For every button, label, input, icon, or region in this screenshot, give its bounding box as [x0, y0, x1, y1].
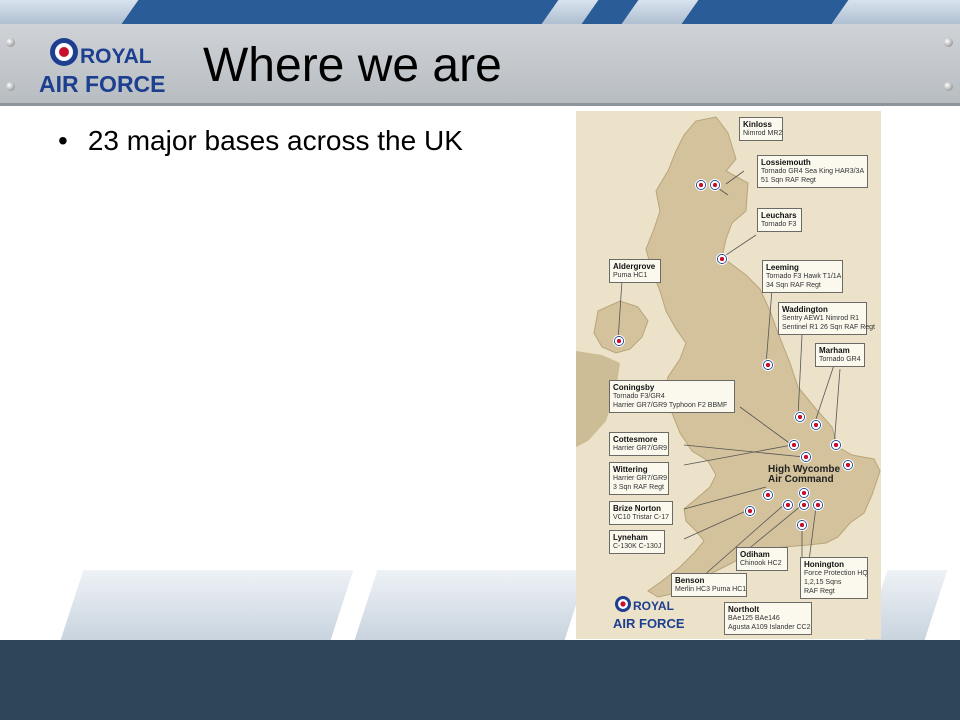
map-logo-line2: AIR FORCE	[613, 616, 685, 631]
callout-detail: Tornado F3	[761, 221, 797, 228]
map-raf-logo: ROYAL AIR FORCE	[613, 596, 685, 631]
footer-slant-panel	[60, 570, 354, 640]
callout-title: Honington	[804, 560, 844, 569]
footer-band	[0, 640, 960, 720]
callout-title: Coningsby	[613, 383, 655, 392]
rivet-icon	[6, 38, 15, 47]
callout-marham: Marham Tornado GR4	[815, 343, 865, 367]
bullet-item: • 23 major bases across the UK	[58, 125, 463, 157]
callout-detail: BAe125 BAe146	[728, 615, 780, 622]
bullet-text: 23 major bases across the UK	[87, 125, 463, 156]
callout-kinloss: Kinloss Nimrod MR2	[739, 117, 783, 141]
callout-detail: Tornado GR4 Sea King HAR3/3A	[761, 168, 865, 175]
callout-detail: 51 Sqn RAF Regt	[761, 177, 816, 184]
base-roundel-icon	[788, 439, 800, 451]
callout-title: Wittering	[613, 465, 648, 474]
callout-wittering: Wittering Harrier GR7/GR9 3 Sqn RAF Regt	[609, 462, 669, 495]
callout-detail: 1,2,15 Sqns	[804, 579, 842, 586]
callout-lossiemouth: Lossiemouth Tornado GR4 Sea King HAR3/3A…	[757, 155, 868, 188]
base-roundel-icon	[695, 179, 707, 191]
callout-leuchars: Leuchars Tornado F3	[757, 208, 802, 232]
top-blue-stripe	[121, 0, 559, 24]
base-roundel-icon	[810, 419, 822, 431]
rivet-icon	[6, 82, 15, 91]
base-roundel-icon	[830, 439, 842, 451]
callout-detail: Tornado GR4	[819, 356, 861, 363]
air-command-label: High Wycombe Air Command	[768, 465, 840, 485]
callout-aldergrove: Aldergrove Puma HC1	[609, 259, 661, 283]
callout-title: Benson	[675, 576, 705, 585]
callout-leeming: Leeming Tornado F3 Hawk T1/1A 34 Sqn RAF…	[762, 260, 843, 293]
callout-detail: Harrier GR7/GR9	[613, 475, 668, 482]
map-logo-line1: ROYAL	[633, 599, 674, 613]
callout-coningsby: Coningsby Tornado F3/GR4 Harrier GR7/GR9…	[609, 380, 735, 413]
base-roundel-icon	[744, 505, 756, 517]
callout-waddington: Waddington Sentry AEW1 Nimrod R1 Sentine…	[778, 302, 875, 335]
base-roundel-icon	[812, 499, 824, 511]
raf-logo-line1: ROYAL	[80, 45, 152, 68]
callout-detail: 34 Sqn RAF Regt	[766, 282, 821, 289]
raf-logo-line2: AIR FORCE	[39, 71, 166, 97]
base-roundel-icon	[800, 451, 812, 463]
raf-logo: ROYAL AIR FORCE	[39, 38, 166, 97]
bullet-dot-icon: •	[58, 125, 68, 156]
callout-northolt: Northolt BAe125 BAe146 Agusta A109 Islan…	[724, 602, 812, 635]
callout-cottesmore: Cottesmore Harrier GR7/GR9	[609, 432, 669, 456]
callout-title: Kinloss	[743, 120, 772, 129]
callout-brize-norton: Brize Norton VC10 Tristar C-17	[609, 501, 673, 525]
base-roundel-icon	[613, 335, 625, 347]
top-blue-stripe	[681, 0, 849, 24]
callout-title: Lossiemouth	[761, 158, 811, 167]
callout-detail: Nimrod MR2	[743, 130, 783, 137]
base-roundel-icon	[842, 459, 854, 471]
callout-title: Leeming	[766, 263, 799, 272]
callout-title: Waddington	[782, 305, 828, 314]
callout-title: Leuchars	[761, 211, 797, 220]
callout-detail: Chinook HC2	[740, 560, 782, 567]
rivet-icon	[944, 38, 953, 47]
base-roundel-icon	[798, 487, 810, 499]
base-roundel-icon	[716, 253, 728, 265]
callout-benson: Benson Merlin HC3 Puma HC1	[671, 573, 747, 597]
base-roundel-icon	[798, 499, 810, 511]
footer-slant-panel	[354, 570, 588, 640]
callout-title: Cottesmore	[613, 435, 658, 444]
callout-detail: Tornado F3/GR4	[613, 393, 665, 400]
callout-detail: Tornado F3 Hawk T1/1A	[766, 273, 842, 280]
base-roundel-icon	[762, 489, 774, 501]
base-roundel-icon	[794, 411, 806, 423]
callout-detail: C-130K C-130J	[613, 543, 662, 550]
callout-title: Northolt	[728, 605, 760, 614]
callout-odiham: Odiham Chinook HC2	[736, 547, 788, 571]
callout-detail: RAF Regt	[804, 588, 835, 595]
callout-detail: Agusta A109 Islander CC2	[728, 624, 811, 631]
callout-detail: Merlin HC3 Puma HC1	[675, 586, 747, 593]
callout-honington: Honington Force Protection HQ 1,2,15 Sqn…	[800, 557, 868, 599]
slide-title: Where we are	[203, 39, 502, 92]
callout-title: Brize Norton	[613, 504, 661, 513]
base-roundel-icon	[796, 519, 808, 531]
callout-lyneham: Lyneham C-130K C-130J	[609, 530, 665, 554]
callout-detail: 3 Sqn RAF Regt	[613, 484, 664, 491]
callout-title: Odiham	[740, 550, 770, 559]
callout-detail: Force Protection HQ	[804, 570, 868, 577]
callout-detail: Sentry AEW1 Nimrod R1	[782, 315, 860, 322]
callout-detail: Sentinel R1 26 Sqn RAF Regt	[782, 324, 875, 331]
callout-title: Lyneham	[613, 533, 648, 542]
base-roundel-icon	[762, 359, 774, 371]
base-roundel-icon	[782, 499, 794, 511]
callout-title: Marham	[819, 346, 850, 355]
callout-detail: VC10 Tristar C-17	[613, 514, 670, 521]
callout-detail: Harrier GR7/GR9 Typhoon F2 BBMF	[613, 402, 728, 409]
base-roundel-icon	[709, 179, 721, 191]
callout-detail: Harrier GR7/GR9	[613, 445, 668, 452]
air-command-line2: Air Command	[768, 474, 834, 485]
uk-bases-map: High Wycombe Air Command Kinloss Nimrod …	[576, 111, 881, 639]
callout-title: Aldergrove	[613, 262, 656, 271]
rivet-icon	[944, 82, 953, 91]
callout-detail: Puma HC1	[613, 272, 648, 279]
